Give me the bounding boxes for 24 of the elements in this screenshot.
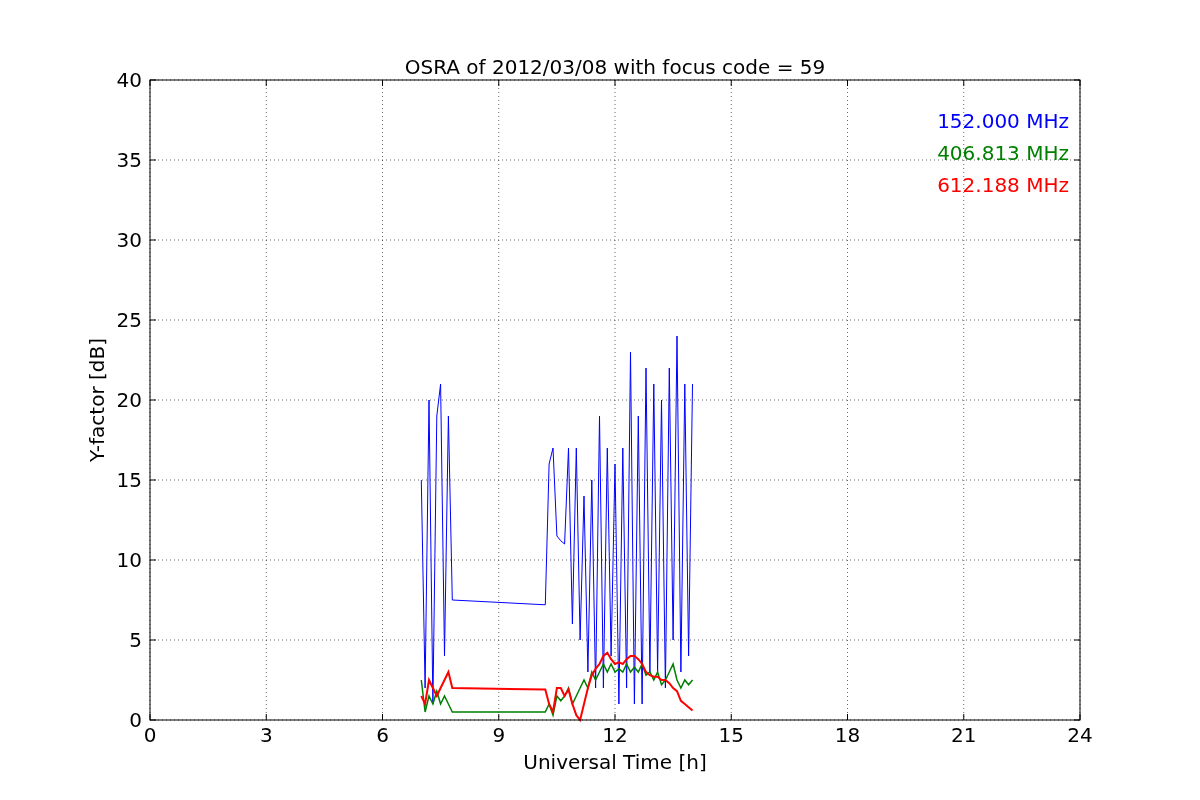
y-tick-label: 35	[116, 148, 142, 172]
y-axis-label: Y-factor [dB]	[85, 338, 109, 462]
x-tick-label: 18	[834, 723, 861, 747]
x-tick-label: 9	[492, 723, 506, 747]
y-tick-label: 5	[129, 628, 142, 652]
x-tick-label: 24	[1067, 723, 1093, 747]
x-tick-label: 21	[951, 723, 977, 747]
x-tick-label: 15	[718, 723, 744, 747]
chart-title: OSRA of 2012/03/08 with focus code = 59	[404, 55, 826, 79]
x-axis-label: Universal Time [h]	[523, 750, 707, 774]
y-tick-label: 10	[116, 548, 142, 572]
y-tick-label: 20	[116, 388, 142, 412]
legend-label: 152.000 MHz	[937, 109, 1069, 133]
x-tick-label: 3	[259, 723, 273, 747]
legend-label: 406.813 MHz	[937, 141, 1069, 165]
x-tick-label: 0	[143, 723, 157, 747]
y-tick-label: 0	[129, 708, 142, 732]
x-tick-label: 6	[376, 723, 389, 747]
legend-label: 612.188 MHz	[937, 173, 1069, 197]
y-tick-label: 30	[116, 228, 142, 252]
y-tick-label: 25	[116, 308, 142, 332]
y-tick-label: 40	[116, 68, 142, 92]
x-tick-label: 12	[602, 723, 628, 747]
y-tick-label: 15	[116, 468, 142, 492]
